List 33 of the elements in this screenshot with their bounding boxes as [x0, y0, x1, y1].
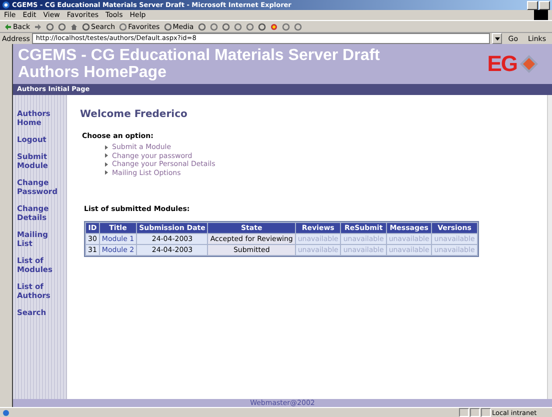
maximize-button[interactable]	[539, 0, 550, 10]
circle-icon	[234, 22, 242, 30]
page-icon	[2, 408, 10, 416]
dot-icon	[270, 22, 278, 30]
circle-icon	[119, 22, 128, 30]
bullet-icon	[105, 162, 108, 167]
circle-icon	[46, 22, 54, 30]
home-icon	[70, 22, 78, 30]
circle-icon	[210, 22, 218, 30]
forward-arrow-icon	[34, 22, 42, 30]
page-title: Authors HomePage	[18, 64, 168, 81]
circle-icon	[294, 22, 302, 30]
windows-logo	[534, 10, 548, 20]
circle-icon	[164, 22, 172, 30]
caret-icon	[494, 36, 500, 40]
circle-icon	[198, 22, 206, 30]
bullet-icon	[105, 144, 108, 150]
dropdown-button[interactable]	[492, 33, 502, 44]
logo: EG	[487, 51, 517, 77]
page-title: CGEMS - CG Educational Materials Server Draft	[18, 47, 381, 64]
welcome-heading: Welcome Frederico	[80, 109, 188, 120]
circle-icon	[258, 22, 266, 30]
circle-icon	[282, 22, 290, 30]
circle-icon	[222, 22, 230, 30]
circle-icon	[58, 22, 66, 30]
circle-icon	[246, 22, 254, 30]
circle-icon	[82, 22, 90, 30]
diamond-icon	[519, 54, 539, 74]
bullet-icon	[105, 153, 108, 158]
back-arrow-icon	[4, 22, 12, 30]
bullet-icon	[105, 170, 108, 176]
browser-icon	[2, 1, 10, 9]
minimize-button[interactable]	[527, 0, 538, 10]
